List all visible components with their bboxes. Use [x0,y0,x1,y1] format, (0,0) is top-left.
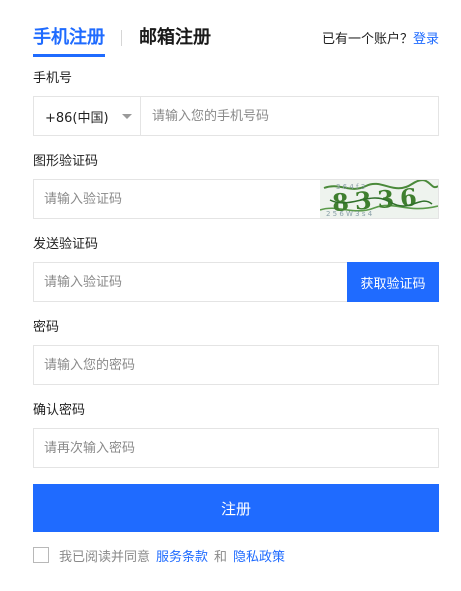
login-link[interactable]: 登录 [413,32,439,47]
register-button[interactable]: 注册 [33,484,439,532]
register-form: 手机注册 邮箱注册 已有一个账户？登录 手机号 +86(中国) 图形验证码 3 … [33,0,442,565]
agreement-prefix: 我已阅读并同意 [59,549,151,565]
existing-account-prompt: 已有一个账户？ [321,32,413,47]
privacy-link[interactable]: 隐私政策 [233,546,285,565]
tab-email-register[interactable]: 邮箱注册 [139,26,211,50]
register-tabs: 手机注册 邮箱注册 已有一个账户？登录 [33,0,439,58]
agreement-and: 和 [214,549,228,565]
agreement-checkbox[interactable] [33,547,49,563]
captcha-noise-graphic: 3 6 4 f 3 2 5 6 W 3 s 4 8336 [320,180,438,218]
image-captcha-label: 图形验证码 [33,154,99,169]
active-tab-underline [33,54,105,57]
country-code-select[interactable]: +86(中国) [34,97,141,135]
image-captcha-input[interactable] [34,180,324,218]
captcha-image[interactable]: 3 6 4 f 3 2 5 6 W 3 s 4 8336 [320,180,438,218]
tab-divider [121,30,122,46]
phone-label: 手机号 [33,71,73,86]
sms-code-input[interactable] [34,263,344,301]
get-code-button[interactable]: 获取验证码 [347,262,439,302]
country-code-value: +86(中国) [45,110,109,126]
password-label: 密码 [33,320,60,335]
password-input[interactable] [34,346,434,384]
sms-code-label: 发送验证码 [33,237,99,252]
password-field-group [33,345,439,385]
confirm-password-label: 确认密码 [33,403,86,418]
image-captcha-field-group: 3 6 4 f 3 2 5 6 W 3 s 4 8336 [33,179,439,219]
tab-phone-register[interactable]: 手机注册 [33,26,105,50]
sms-code-field-group: 获取验证码 [33,262,439,302]
terms-link[interactable]: 服务条款 [156,546,208,565]
confirm-password-input[interactable] [34,429,434,467]
confirm-password-field-group [33,428,439,468]
existing-account-line: 已有一个账户？登录 [322,31,439,49]
phone-field-group: +86(中国) [33,96,442,136]
phone-input[interactable] [142,97,442,135]
chevron-down-icon [122,114,132,119]
agreement-row: 我已阅读并同意 服务条款 和 隐私政策 [33,546,285,565]
